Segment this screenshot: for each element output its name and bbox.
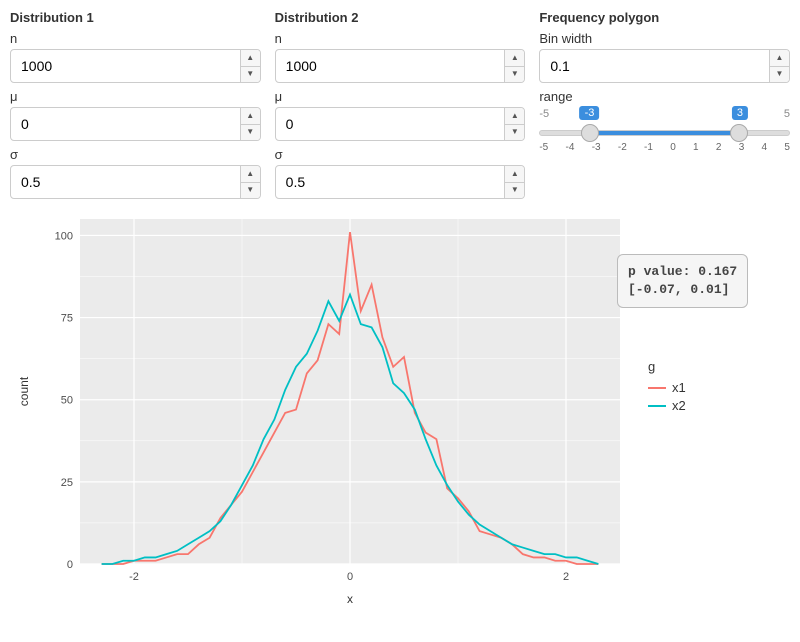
- dist2-sigma-up[interactable]: ▲: [505, 166, 524, 183]
- freq-binwidth-up[interactable]: ▲: [770, 50, 789, 67]
- freq-heading: Frequency polygon: [539, 10, 790, 25]
- dist2-sigma-spin: ▲ ▼: [504, 166, 524, 198]
- frequency-polygon-chart: 0 25 50 75 100 -2 0 2 x count: [10, 209, 630, 609]
- controls-row: Distribution 1 n ▲ ▼ μ ▲ ▼ σ ▲ ▼: [10, 10, 790, 199]
- dist1-mu-field[interactable]: [11, 108, 240, 140]
- dist2-mu-down[interactable]: ▼: [505, 125, 524, 141]
- slider-track[interactable]: [539, 130, 790, 136]
- dist2-n-up[interactable]: ▲: [505, 50, 524, 67]
- dist2-n-down[interactable]: ▼: [505, 67, 524, 83]
- svg-text:50: 50: [61, 395, 73, 407]
- dist2-sigma-input[interactable]: ▲ ▼: [275, 165, 526, 199]
- dist1-sigma-label: σ: [10, 147, 261, 162]
- dist2-column: Distribution 2 n ▲ ▼ μ ▲ ▼ σ ▲ ▼: [275, 10, 526, 199]
- legend-item-x2: x2: [648, 398, 686, 413]
- dist1-mu-down[interactable]: ▼: [241, 125, 260, 141]
- dist1-n-up[interactable]: ▲: [241, 50, 260, 67]
- freq-binwidth-down[interactable]: ▼: [770, 67, 789, 83]
- dist2-heading: Distribution 2: [275, 10, 526, 25]
- freq-column: Frequency polygon Bin width ▲ ▼ range -5…: [539, 10, 790, 199]
- dist2-sigma-down[interactable]: ▼: [505, 183, 524, 199]
- dist1-sigma-input[interactable]: ▲ ▼: [10, 165, 261, 199]
- legend-label-x1: x1: [672, 380, 686, 395]
- dist1-mu-input[interactable]: ▲ ▼: [10, 107, 261, 141]
- dist2-mu-field[interactable]: [276, 108, 505, 140]
- dist2-sigma-field[interactable]: [276, 166, 505, 198]
- svg-text:75: 75: [61, 313, 73, 325]
- svg-text:2: 2: [563, 571, 569, 583]
- svg-text:0: 0: [67, 559, 73, 571]
- dist1-sigma-field[interactable]: [11, 166, 240, 198]
- svg-text:25: 25: [61, 477, 73, 489]
- dist1-sigma-down[interactable]: ▼: [241, 183, 260, 199]
- dist1-sigma-spin: ▲ ▼: [240, 166, 260, 198]
- svg-text:count: count: [17, 376, 31, 406]
- range-slider[interactable]: -5 5 -3 3 -5 -4 -3 -2 -1 0 1 2 3 4 5: [539, 108, 790, 162]
- legend: g x1 x2: [648, 359, 686, 416]
- stats-line2: [-0.07, 0.01]: [628, 281, 737, 299]
- legend-swatch-x1: [648, 387, 666, 389]
- freq-range-label: range: [539, 89, 790, 104]
- dist2-sigma-label: σ: [275, 147, 526, 162]
- range-high-flag: 3: [732, 106, 748, 120]
- dist2-mu-label: μ: [275, 89, 526, 104]
- dist2-n-field[interactable]: [276, 50, 505, 82]
- dist1-n-down[interactable]: ▼: [241, 67, 260, 83]
- freq-binwidth-spin: ▲ ▼: [769, 50, 789, 82]
- dist1-column: Distribution 1 n ▲ ▼ μ ▲ ▼ σ ▲ ▼: [10, 10, 261, 199]
- range-max-label: 5: [784, 108, 790, 120]
- dist1-mu-label: μ: [10, 89, 261, 104]
- dist1-n-field[interactable]: [11, 50, 240, 82]
- dist2-mu-up[interactable]: ▲: [505, 108, 524, 125]
- plot-box: 0 25 50 75 100 -2 0 2 x count: [10, 209, 630, 612]
- dist1-n-spin: ▲ ▼: [240, 50, 260, 82]
- legend-title: g: [648, 359, 686, 374]
- svg-text:0: 0: [347, 571, 353, 583]
- dist2-n-input[interactable]: ▲ ▼: [275, 49, 526, 83]
- slider-fill: [590, 131, 739, 135]
- freq-binwidth-input[interactable]: ▲ ▼: [539, 49, 790, 83]
- dist2-mu-input[interactable]: ▲ ▼: [275, 107, 526, 141]
- dist2-n-label: n: [275, 31, 526, 46]
- stats-line1: p value: 0.167: [628, 263, 737, 281]
- dist1-mu-spin: ▲ ▼: [240, 108, 260, 140]
- legend-item-x1: x1: [648, 380, 686, 395]
- legend-label-x2: x2: [672, 398, 686, 413]
- freq-binwidth-field[interactable]: [540, 50, 769, 82]
- dist2-mu-spin: ▲ ▼: [504, 108, 524, 140]
- freq-binwidth-label: Bin width: [539, 31, 790, 46]
- dist1-n-label: n: [10, 31, 261, 46]
- dist1-sigma-up[interactable]: ▲: [241, 166, 260, 183]
- svg-text:-2: -2: [129, 571, 139, 583]
- dist2-n-spin: ▲ ▼: [504, 50, 524, 82]
- slider-handle-high[interactable]: [730, 124, 748, 142]
- svg-text:x: x: [347, 592, 353, 606]
- range-min-label: -5: [539, 108, 549, 120]
- legend-swatch-x2: [648, 405, 666, 407]
- stats-box: p value: 0.167 [-0.07, 0.01]: [617, 254, 748, 308]
- svg-text:100: 100: [55, 230, 73, 242]
- dist1-n-input[interactable]: ▲ ▼: [10, 49, 261, 83]
- slider-handle-low[interactable]: [581, 124, 599, 142]
- dist1-heading: Distribution 1: [10, 10, 261, 25]
- range-low-flag: -3: [580, 106, 600, 120]
- slider-ticks: -5 -4 -3 -2 -1 0 1 2 3 4 5: [539, 142, 790, 153]
- dist1-mu-up[interactable]: ▲: [241, 108, 260, 125]
